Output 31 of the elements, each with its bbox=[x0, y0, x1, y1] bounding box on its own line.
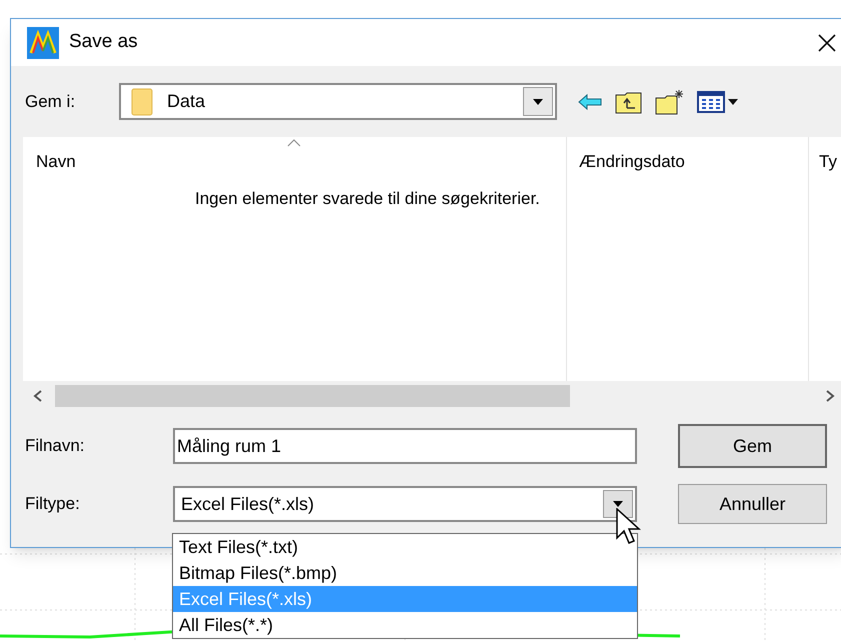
caret-icon bbox=[533, 98, 543, 104]
window-title: Save as bbox=[69, 30, 138, 54]
dropdown-button[interactable] bbox=[523, 87, 553, 116]
filetype-option[interactable]: Bitmap Files(*.bmp) bbox=[173, 560, 637, 586]
folder-icon bbox=[131, 88, 153, 116]
app-logo-icon bbox=[27, 26, 59, 58]
close-icon[interactable] bbox=[817, 32, 837, 52]
scroll-right-icon[interactable] bbox=[825, 390, 835, 402]
folder-up-icon[interactable] bbox=[615, 90, 643, 114]
location-value: Data bbox=[167, 90, 206, 113]
cancel-button[interactable]: Annuller bbox=[678, 484, 827, 524]
column-header[interactable]: Ændringsdato bbox=[567, 137, 809, 192]
filename-field[interactable]: Måling rum 1 bbox=[173, 428, 637, 464]
caret-icon bbox=[613, 501, 623, 507]
scrollbar-thumb[interactable] bbox=[55, 385, 570, 407]
column-header[interactable]: Ty bbox=[809, 137, 841, 192]
view-menu-icon[interactable] bbox=[697, 90, 741, 114]
filetype-label: Filtype: bbox=[25, 493, 81, 516]
new-folder-icon[interactable] bbox=[655, 88, 685, 114]
column-header[interactable]: Navn bbox=[23, 137, 567, 192]
location-label: Gem i: bbox=[25, 90, 76, 113]
scroll-left-icon[interactable] bbox=[33, 390, 43, 402]
filetype-dropdown[interactable]: Excel Files(*.xls) bbox=[173, 486, 637, 522]
back-arrow-icon[interactable] bbox=[577, 92, 603, 110]
filename-label: Filnavn: bbox=[25, 435, 86, 458]
filetype-option[interactable]: Text Files(*.txt) bbox=[173, 534, 637, 560]
location-dropdown[interactable]: Data bbox=[119, 83, 557, 120]
filetype-option[interactable]: All Files(*.*) bbox=[173, 612, 637, 638]
dropdown-button[interactable] bbox=[603, 490, 633, 518]
filetype-value: Excel Files(*.xls) bbox=[181, 492, 316, 516]
save-button[interactable]: Gem bbox=[678, 424, 827, 468]
